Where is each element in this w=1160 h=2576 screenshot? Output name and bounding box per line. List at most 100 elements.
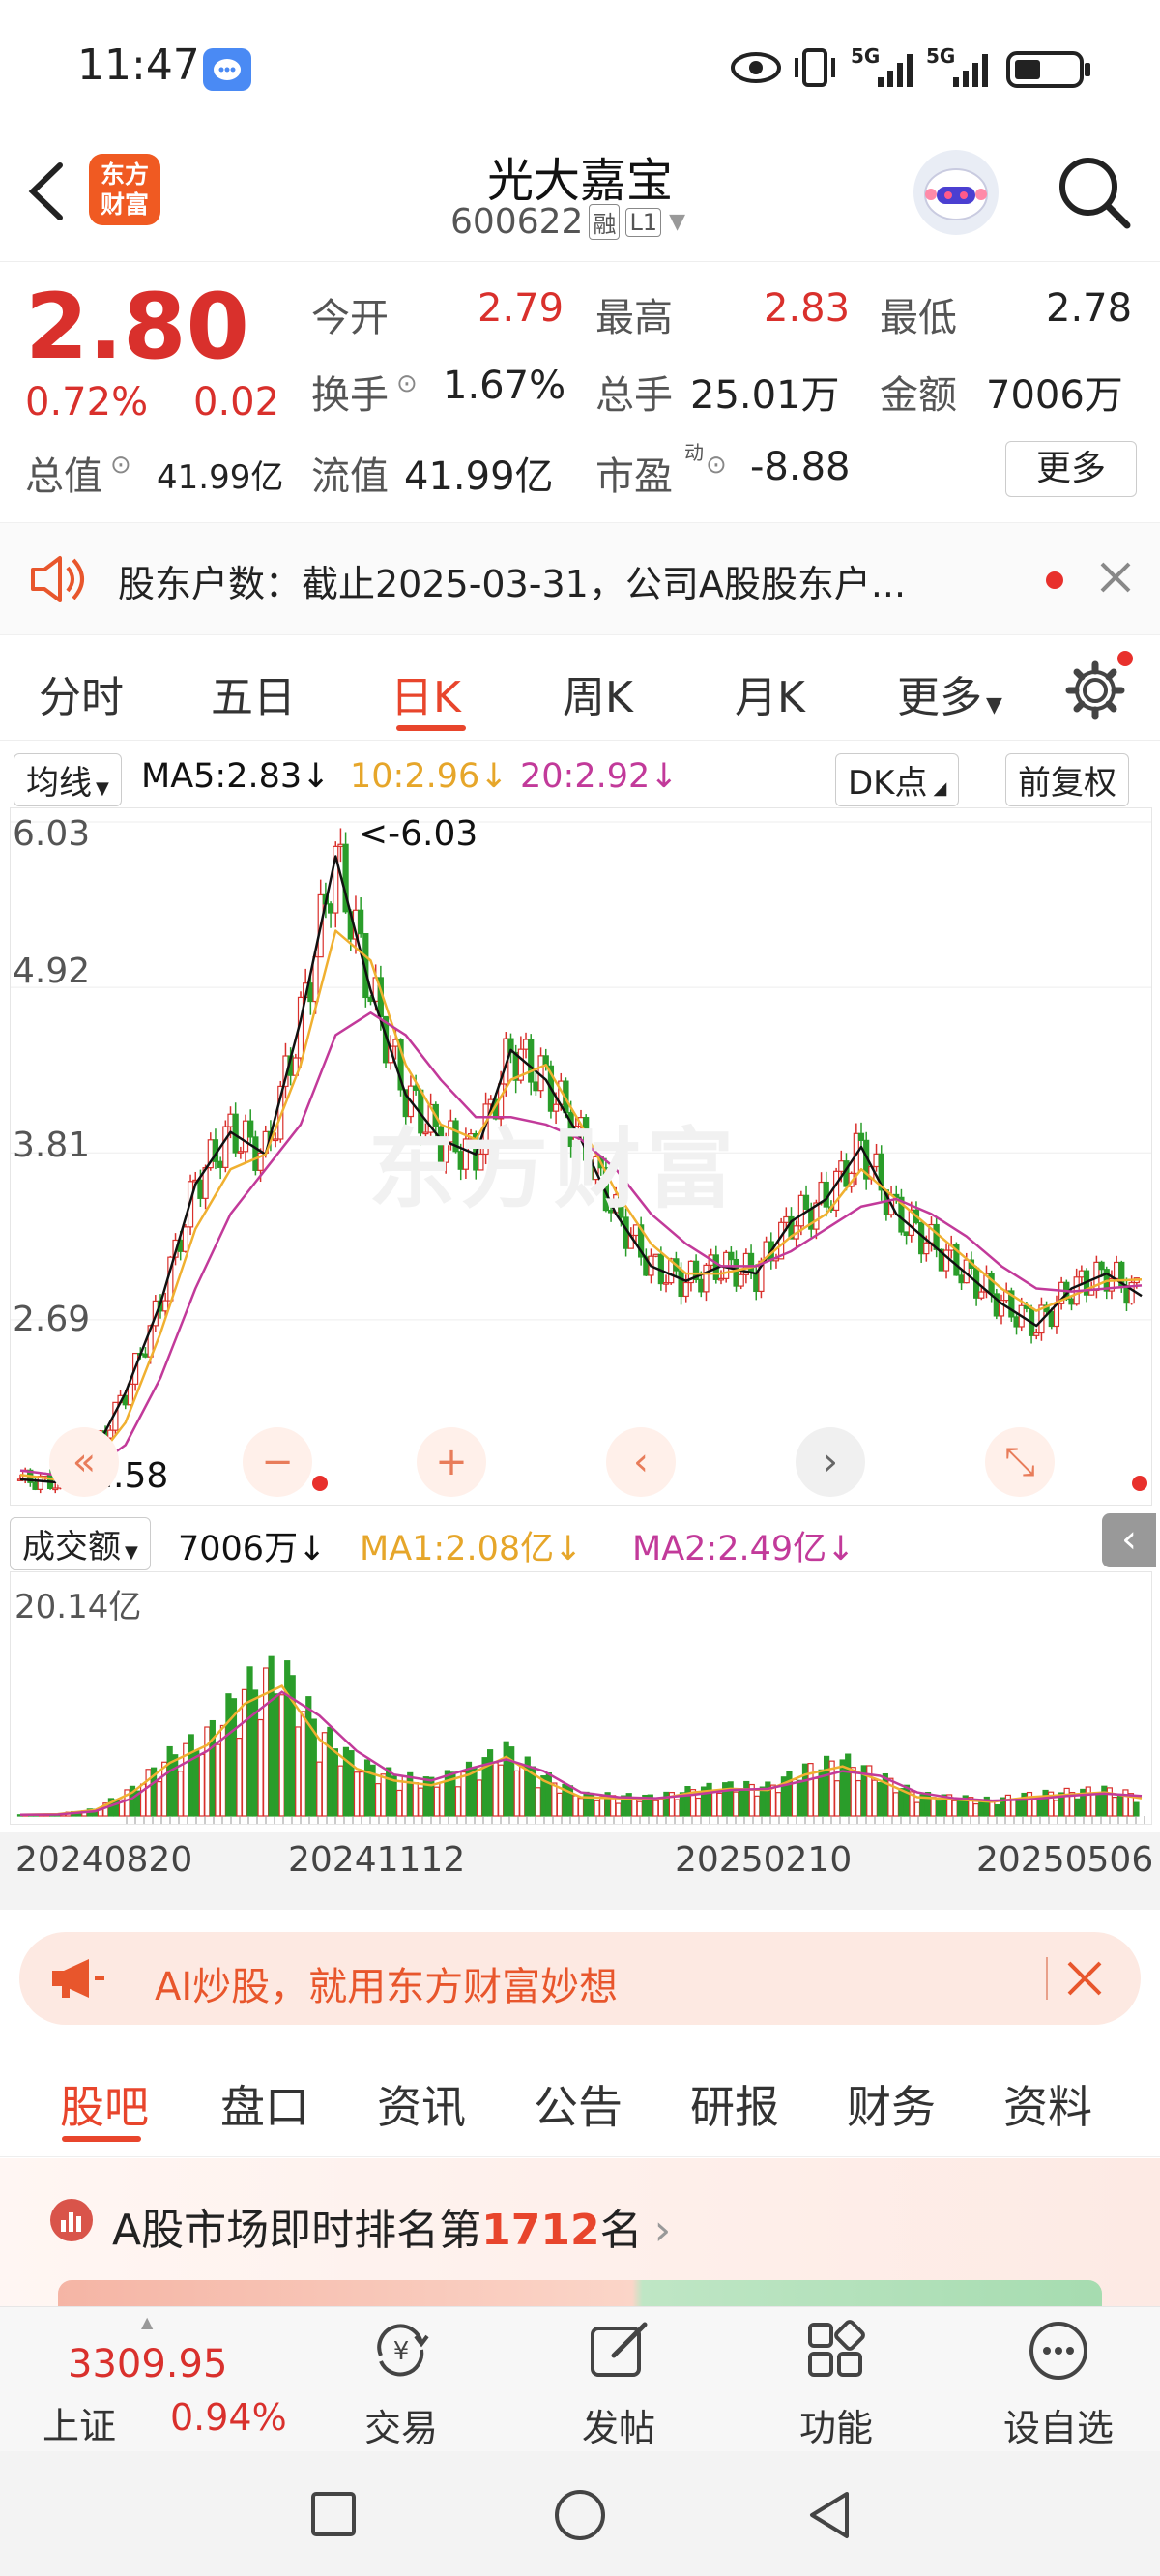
tab-intraday[interactable]: 分时 [39,662,124,724]
volume-bar [444,1770,451,1817]
home-icon[interactable] [553,2488,607,2546]
volume-bar [241,1688,248,1817]
volume-bar [738,1788,744,1817]
gear-icon[interactable] [1063,651,1133,726]
candle-body [662,1282,670,1285]
volume-bar [412,1782,419,1817]
volume-bar [801,1763,809,1817]
volume-bar [418,1787,424,1817]
ai-assistant-avatar[interactable] [914,150,999,235]
tab-weekly-k[interactable]: 周K [563,662,633,724]
tab-daily-k[interactable]: 日K [391,662,461,724]
trade-button[interactable]: ¥ 交易 [329,2317,474,2451]
mktcap-value: 41.99亿 [157,458,284,497]
date-axis: 20240820 20241112 20250210 20250506 [0,1832,1160,1910]
tab-order-book[interactable]: 盘口 [220,2072,309,2136]
candle-body [247,1120,254,1138]
info-icon[interactable]: ⊙ [110,451,131,480]
volume-bar [754,1795,761,1817]
back-nav-icon[interactable] [802,2488,856,2546]
volume-bar [972,1802,979,1817]
ma-line-ma20 [19,1011,1143,1477]
candle-body [798,1194,804,1227]
tab-research[interactable]: 研报 [690,2072,779,2136]
candle-body [312,956,319,1003]
yen-exchange-icon: ¥ [377,2324,429,2377]
open-value: 2.79 [478,286,565,331]
volume-selector[interactable]: 成交额 ▼ [10,1517,151,1570]
scroll-left-button[interactable]: ‹ [606,1427,676,1497]
signal-icon-1 [851,46,918,95]
kline-chart[interactable]: 东方财富 6.03 4.92 3.81 2.69 <-6.03 <-1.58 «… [10,807,1152,1506]
ranking-card[interactable]: A股市场即时排名第1712名 › [0,2158,1160,2306]
volume-bar [161,1761,168,1817]
rewind-button[interactable]: « [49,1427,119,1497]
volume-bar [594,1800,600,1817]
volume-value: 25.01万 [690,373,840,418]
volume-bar [674,1799,681,1817]
chevron-down-icon[interactable]: ▼ [669,210,685,234]
tab-finance[interactable]: 财务 [847,2072,936,2136]
scroll-right-button[interactable]: › [796,1427,865,1497]
volume-bar [353,1771,361,1817]
collapse-panel-button[interactable]: ‹ [1102,1513,1156,1567]
volume-bar [332,1748,339,1817]
fullscreen-button[interactable]: ⤡ [985,1427,1055,1497]
vibrate-icon [793,46,837,93]
info-icon[interactable]: ⊙ [396,369,418,398]
zoom-out-button[interactable]: − [243,1427,312,1497]
candle-body [988,1273,995,1295]
close-icon[interactable] [1096,558,1135,600]
volume-bar [845,1753,852,1817]
volume-bar [935,1800,942,1817]
index-ticker[interactable]: ▲ 3309.95 上证 0.94% [19,2313,309,2447]
shareholder-notice[interactable]: 股东户数：截止2025-03-31，公司A股股东户... [0,522,1160,635]
dk-point-button[interactable]: DK点 ◢ [835,753,960,806]
watchlist-button[interactable]: 设自选 [986,2317,1131,2451]
candle-body [1013,1316,1020,1328]
tab-profile[interactable]: 资料 [1003,2072,1092,2136]
volume-bar [957,1800,964,1817]
volume-label: 总手 [595,373,673,418]
volume-bar [396,1789,403,1817]
ai-ad-banner[interactable]: AI炒股，就用东方财富妙想 [19,1932,1141,2025]
tab-news[interactable]: 资讯 [377,2072,466,2136]
more-quote-button[interactable]: 更多 [1005,441,1137,497]
current-price: 2.80 [25,275,249,380]
adjust-button[interactable]: 前复权 [1005,753,1129,806]
tab-guba[interactable]: 股吧 [60,2072,149,2136]
candle-body [632,1224,640,1237]
tab-five-day[interactable]: 五日 [211,662,296,724]
event-dot [312,1476,328,1491]
y-tick: 4.92 [13,951,91,991]
amount-label: 金额 [880,373,957,418]
zoom-in-button[interactable]: + [417,1427,486,1497]
ma5-label: MA5:2.83↓ [141,757,330,796]
dk-point-label: DK点 [848,764,928,803]
recent-apps-icon[interactable] [309,2490,358,2542]
volume-bar [476,1779,483,1817]
candle-body [1048,1310,1055,1328]
functions-label: 功能 [798,2407,873,2449]
candle-body [337,843,344,847]
pe-dynamic-mark: 动 [684,441,704,464]
volume-selector-label: 成交额 [22,1528,121,1566]
volume-bar [1085,1786,1091,1817]
divider [1046,1957,1048,2000]
volume-bar [1031,1798,1038,1817]
ma-selector[interactable]: 均线 ▼ [14,753,122,806]
tab-more[interactable]: 更多 ▼ [897,662,1002,724]
volume-bar [839,1759,846,1817]
open-label: 今开 [311,296,389,340]
search-icon[interactable] [1054,152,1135,237]
tab-announcements[interactable]: 公告 [534,2072,623,2136]
post-button[interactable]: 发帖 [546,2317,691,2451]
volume-bar [246,1666,253,1817]
candle-body [32,1481,39,1490]
volume-bar [695,1797,702,1817]
tab-monthly-k[interactable]: 月K [735,662,805,724]
info-icon[interactable]: ⊙ [706,451,727,480]
candle-body [1068,1298,1075,1305]
close-icon[interactable] [1063,1957,1106,2004]
functions-button[interactable]: 功能 [764,2317,909,2451]
